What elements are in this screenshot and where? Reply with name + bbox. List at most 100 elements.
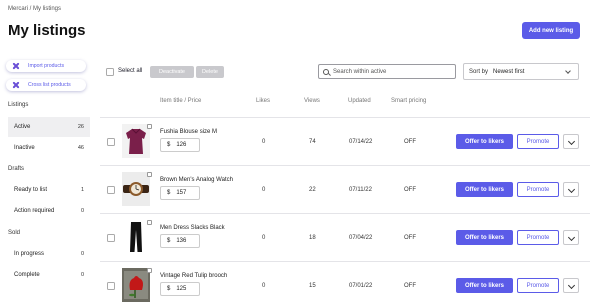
- views-count: 74: [309, 139, 316, 145]
- sparkle-icon: [12, 81, 20, 89]
- views-count: 18: [309, 235, 316, 241]
- deactivate-button[interactable]: Deactivate: [150, 66, 194, 78]
- likes-count: 0: [262, 235, 266, 241]
- row-checkbox[interactable]: [107, 138, 115, 146]
- price-field[interactable]: $125: [160, 282, 200, 296]
- cross-list-products-label: Cross list products: [28, 82, 71, 88]
- offer-to-likers-button[interactable]: Offer to likers: [456, 278, 513, 293]
- search-input[interactable]: Search within active: [318, 64, 456, 79]
- product-thumbnail[interactable]: [122, 220, 152, 254]
- views-count: 22: [309, 187, 316, 193]
- sidebar-item-label: Ready to list: [14, 187, 48, 193]
- offer-to-likers-button[interactable]: Offer to likers: [456, 230, 513, 245]
- column-header-title-price: Item title / Price: [160, 98, 202, 104]
- add-new-listing-button[interactable]: Add new listing: [522, 22, 580, 39]
- updated-date: 07/01/22: [349, 283, 373, 289]
- price-field[interactable]: $126: [160, 138, 200, 152]
- select-photo-icon[interactable]: [147, 172, 152, 177]
- product-thumbnail[interactable]: [122, 172, 152, 206]
- sidebar-item-label: Complete: [14, 272, 40, 278]
- promote-button[interactable]: Promote: [517, 134, 559, 149]
- smart-pricing-status[interactable]: OFF: [404, 283, 416, 289]
- sidebar-item-action-required[interactable]: Action required 0: [8, 201, 90, 221]
- drafts-heading: Drafts: [8, 166, 25, 172]
- price-field[interactable]: $157: [160, 186, 200, 200]
- updated-date: 07/04/22: [349, 235, 373, 241]
- table-row: Men Dress Slacks Black $136 0 18 07/04/2…: [100, 213, 590, 261]
- price-value: 136: [176, 238, 187, 244]
- sidebar-item-label: In progress: [14, 251, 45, 257]
- currency-symbol: $: [167, 238, 171, 244]
- more-options-chevron-icon[interactable]: [563, 182, 579, 197]
- likes-count: 0: [262, 283, 266, 289]
- sidebar-item-ready-to-list[interactable]: Ready to list 1: [8, 180, 90, 200]
- price-value: 125: [176, 286, 187, 292]
- smart-pricing-status[interactable]: OFF: [404, 235, 416, 241]
- more-options-chevron-icon[interactable]: [563, 134, 579, 149]
- column-header-views: Views: [304, 98, 320, 104]
- sidebar-item-inactive[interactable]: Inactive 46: [8, 138, 90, 158]
- sidebar-item-label: Active: [14, 124, 31, 130]
- smart-pricing-status[interactable]: OFF: [404, 187, 416, 193]
- more-options-chevron-icon[interactable]: [563, 230, 579, 245]
- price-field[interactable]: $136: [160, 234, 200, 248]
- row-checkbox[interactable]: [107, 282, 115, 290]
- product-thumbnail[interactable]: [122, 268, 152, 302]
- cross-list-products-button[interactable]: Cross list products: [6, 79, 86, 91]
- sidebar-item-count: 46: [77, 145, 84, 151]
- select-photo-icon[interactable]: [147, 268, 152, 273]
- sidebar-item-count: 0: [80, 251, 84, 257]
- item-title[interactable]: Brown Men's Analog Watch: [160, 177, 233, 183]
- currency-symbol: $: [167, 286, 171, 292]
- more-options-chevron-icon[interactable]: [563, 278, 579, 293]
- table-row: Fushia Blouse size M $126 0 74 07/14/22 …: [100, 117, 590, 165]
- likes-count: 0: [262, 187, 266, 193]
- currency-symbol: $: [167, 190, 171, 196]
- item-title[interactable]: Fushia Blouse size M: [160, 129, 217, 135]
- item-title[interactable]: Vintage Red Tulip brooch: [160, 273, 227, 279]
- sidebar-item-count: 26: [77, 124, 84, 130]
- select-photo-icon[interactable]: [147, 220, 152, 225]
- price-value: 157: [176, 190, 187, 196]
- promote-button[interactable]: Promote: [517, 182, 559, 197]
- sidebar-item-complete[interactable]: Complete 0: [8, 265, 90, 285]
- delete-button[interactable]: Delete: [196, 66, 224, 78]
- sidebar-item-active[interactable]: Active 26: [8, 117, 90, 137]
- offer-to-likers-button[interactable]: Offer to likers: [456, 134, 513, 149]
- promote-button[interactable]: Promote: [517, 230, 559, 245]
- updated-date: 07/14/22: [349, 139, 373, 145]
- views-count: 15: [309, 283, 316, 289]
- promote-button[interactable]: Promote: [517, 278, 559, 293]
- likes-count: 0: [262, 139, 266, 145]
- column-header-likes: Likes: [256, 98, 271, 104]
- select-all-checkbox[interactable]: [106, 68, 114, 76]
- import-products-button[interactable]: Import products: [6, 60, 86, 72]
- table-row: Brown Men's Analog Watch $157 0 22 07/11…: [100, 165, 590, 213]
- column-header-smart-pricing: Smart pricing: [391, 98, 427, 104]
- breadcrumb[interactable]: Mercari / My listings: [8, 6, 61, 12]
- sort-label: Sort by: [469, 68, 489, 75]
- sort-dropdown[interactable]: Sort by Newest first: [463, 63, 579, 80]
- listings-heading: Listings: [8, 102, 29, 108]
- select-photo-icon[interactable]: [147, 124, 152, 129]
- item-title[interactable]: Men Dress Slacks Black: [160, 225, 225, 231]
- sparkle-icon: [12, 62, 20, 70]
- page-title: My listings: [8, 22, 86, 39]
- table-row: Vintage Red Tulip brooch $125 0 15 07/01…: [100, 261, 590, 306]
- search-icon: [323, 68, 329, 75]
- sort-value: Newest first: [493, 68, 525, 75]
- import-products-label: Import products: [28, 63, 65, 69]
- sidebar-item-label: Inactive: [14, 145, 35, 151]
- search-placeholder: Search within active: [333, 68, 387, 75]
- row-checkbox[interactable]: [107, 186, 115, 194]
- row-checkbox[interactable]: [107, 234, 115, 242]
- sidebar-item-in-progress[interactable]: In progress 0: [8, 244, 90, 264]
- offer-to-likers-button[interactable]: Offer to likers: [456, 182, 513, 197]
- sold-heading: Sold: [8, 230, 21, 236]
- smart-pricing-status[interactable]: OFF: [404, 139, 416, 145]
- chevron-down-icon: [565, 68, 571, 74]
- select-all-label[interactable]: Select all: [118, 68, 142, 74]
- sidebar-item-count: 0: [80, 272, 84, 278]
- updated-date: 07/11/22: [349, 187, 372, 193]
- product-thumbnail[interactable]: [122, 124, 152, 158]
